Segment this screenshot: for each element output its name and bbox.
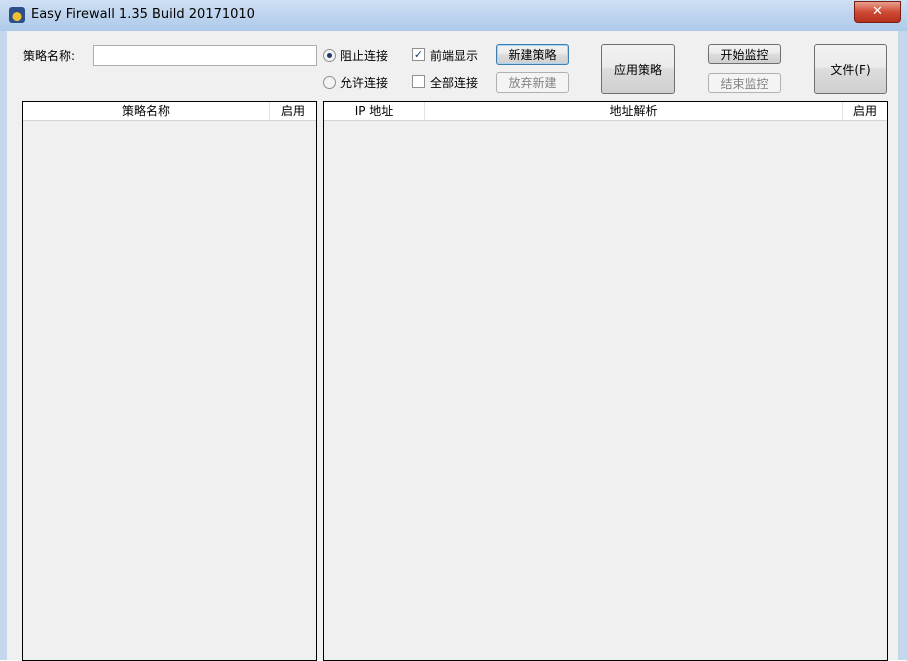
policy-list[interactable]: 策略名称 启用 — [22, 101, 317, 661]
address-list[interactable]: IP 地址 地址解析 启用 — [323, 101, 888, 661]
close-icon: ✕ — [872, 4, 883, 19]
all-connections-label[interactable]: 全部连接 — [430, 74, 478, 91]
title-bar[interactable]: Easy Firewall 1.35 Build 20171010 ✕ — [0, 0, 907, 31]
discard-new-button[interactable]: 放弃新建 — [496, 72, 569, 93]
front-display-checkbox[interactable]: ✓ — [412, 48, 425, 61]
app-window: Easy Firewall 1.35 Build 20171010 ✕ 策略名称… — [0, 0, 907, 661]
close-button[interactable]: ✕ — [854, 1, 901, 23]
column-header-ip-address[interactable]: IP 地址 — [324, 102, 425, 120]
policy-name-input[interactable] — [93, 45, 317, 66]
allow-connection-radio[interactable] — [323, 76, 336, 89]
apply-policy-button[interactable]: 应用策略 — [601, 44, 675, 94]
front-display-label[interactable]: 前端显示 — [430, 47, 478, 64]
allow-connection-label[interactable]: 允许连接 — [340, 74, 388, 91]
policy-list-header: 策略名称 启用 — [23, 102, 316, 121]
block-connection-label[interactable]: 阻止连接 — [340, 47, 388, 64]
column-header-enabled[interactable]: 启用 — [843, 102, 887, 120]
stop-monitor-button[interactable]: 结束监控 — [708, 73, 781, 93]
all-connections-checkbox[interactable] — [412, 75, 425, 88]
address-list-header: IP 地址 地址解析 启用 — [324, 102, 887, 121]
policy-name-label: 策略名称: — [23, 49, 76, 63]
column-header-policy-name[interactable]: 策略名称 — [23, 102, 270, 120]
start-monitor-button[interactable]: 开始监控 — [708, 44, 781, 64]
window-frame-right — [898, 31, 907, 660]
file-menu-button[interactable]: 文件(F) — [814, 44, 887, 94]
column-header-enabled[interactable]: 启用 — [270, 102, 316, 120]
client-area: 策略名称: 阻止连接 允许连接 ✓ 前端显示 全部连接 新建策略 放弃新建 应用… — [7, 31, 898, 661]
column-header-address-resolution[interactable]: 地址解析 — [425, 102, 843, 120]
block-connection-radio[interactable] — [323, 49, 336, 62]
firewall-shield-icon — [9, 7, 25, 23]
window-title: Easy Firewall 1.35 Build 20171010 — [31, 7, 255, 22]
new-policy-button[interactable]: 新建策略 — [496, 44, 569, 65]
window-frame-left — [0, 31, 7, 660]
